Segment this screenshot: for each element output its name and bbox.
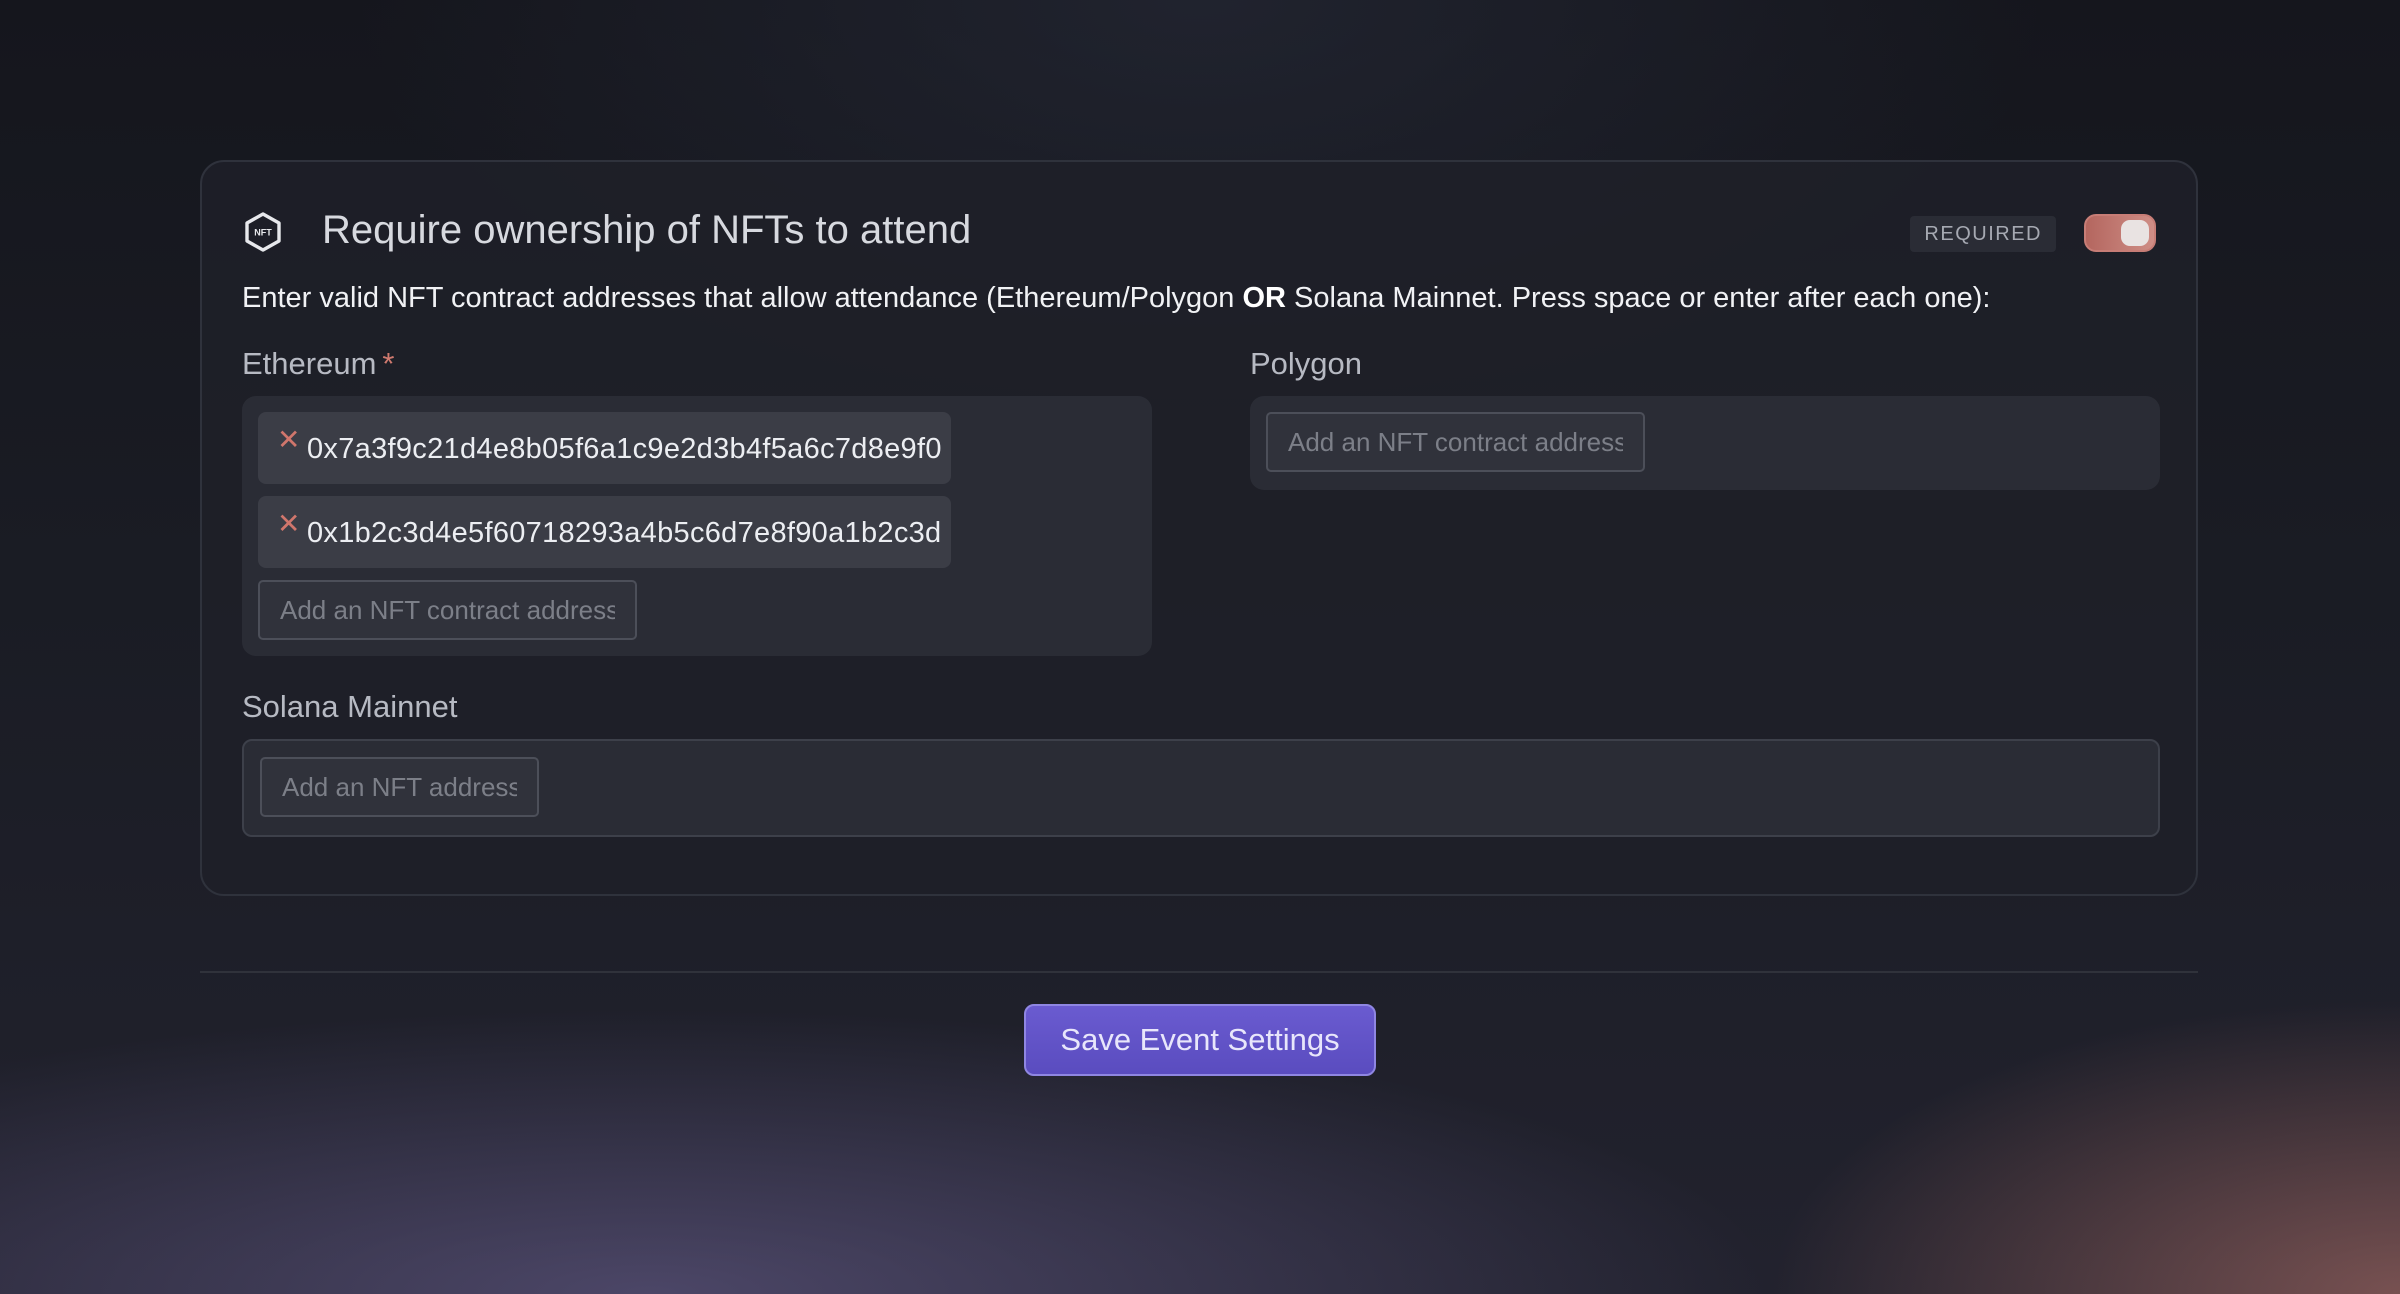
- address-chip: ✕ 0x1b2c3d4e5f60718293a4b5c6d7e8f90a1b2c…: [258, 496, 951, 568]
- required-badge: REQUIRED: [1910, 216, 2056, 252]
- section-divider: [200, 971, 2198, 973]
- save-event-settings-button[interactable]: Save Event Settings: [1024, 1004, 1376, 1076]
- require-nft-toggle[interactable]: [2084, 214, 2156, 252]
- address-chip: ✕ 0x7a3f9c21d4e8b05f6a1c9e2d3b4f5a6c7d8e…: [258, 412, 951, 484]
- instructions-before: Enter valid NFT contract addresses that …: [242, 282, 1243, 314]
- polygon-address-input[interactable]: [1266, 412, 1645, 472]
- nft-gating-card: NFT Require ownership of NFTs to attend …: [200, 160, 2198, 896]
- address-chip-text: 0x7a3f9c21d4e8b05f6a1c9e2d3b4f5a6c7d8e9f…: [307, 433, 942, 465]
- required-asterisk: *: [382, 346, 395, 381]
- solana-address-input[interactable]: [260, 757, 539, 817]
- svg-text:NFT: NFT: [254, 228, 272, 238]
- address-chip-text: 0x1b2c3d4e5f60718293a4b5c6d7e8f90a1b2c3d: [307, 517, 942, 549]
- instructions-after: Solana Mainnet. Press space or enter aft…: [1286, 282, 1991, 314]
- polygon-address-field[interactable]: [1250, 396, 2160, 490]
- remove-address-icon[interactable]: ✕: [277, 510, 300, 538]
- ethereum-label: Ethereum *: [242, 346, 394, 382]
- instructions-text: Enter valid NFT contract addresses that …: [242, 282, 2156, 315]
- card-title: Require ownership of NFTs to attend: [322, 208, 972, 252]
- nft-hexagon-icon: NFT: [245, 212, 281, 252]
- solana-label: Solana Mainnet: [242, 689, 458, 724]
- ethereum-address-field[interactable]: ✕ 0x7a3f9c21d4e8b05f6a1c9e2d3b4f5a6c7d8e…: [242, 396, 1152, 656]
- ethereum-label-text: Ethereum: [242, 346, 377, 381]
- instructions-or: OR: [1242, 282, 1287, 314]
- card-header: NFT Require ownership of NFTs to attend …: [242, 198, 2156, 264]
- ethereum-address-input[interactable]: [258, 580, 637, 640]
- toggle-knob[interactable]: [2121, 220, 2149, 246]
- solana-address-field[interactable]: [242, 739, 2160, 837]
- polygon-label: Polygon: [1250, 346, 1363, 381]
- remove-address-icon[interactable]: ✕: [277, 426, 300, 454]
